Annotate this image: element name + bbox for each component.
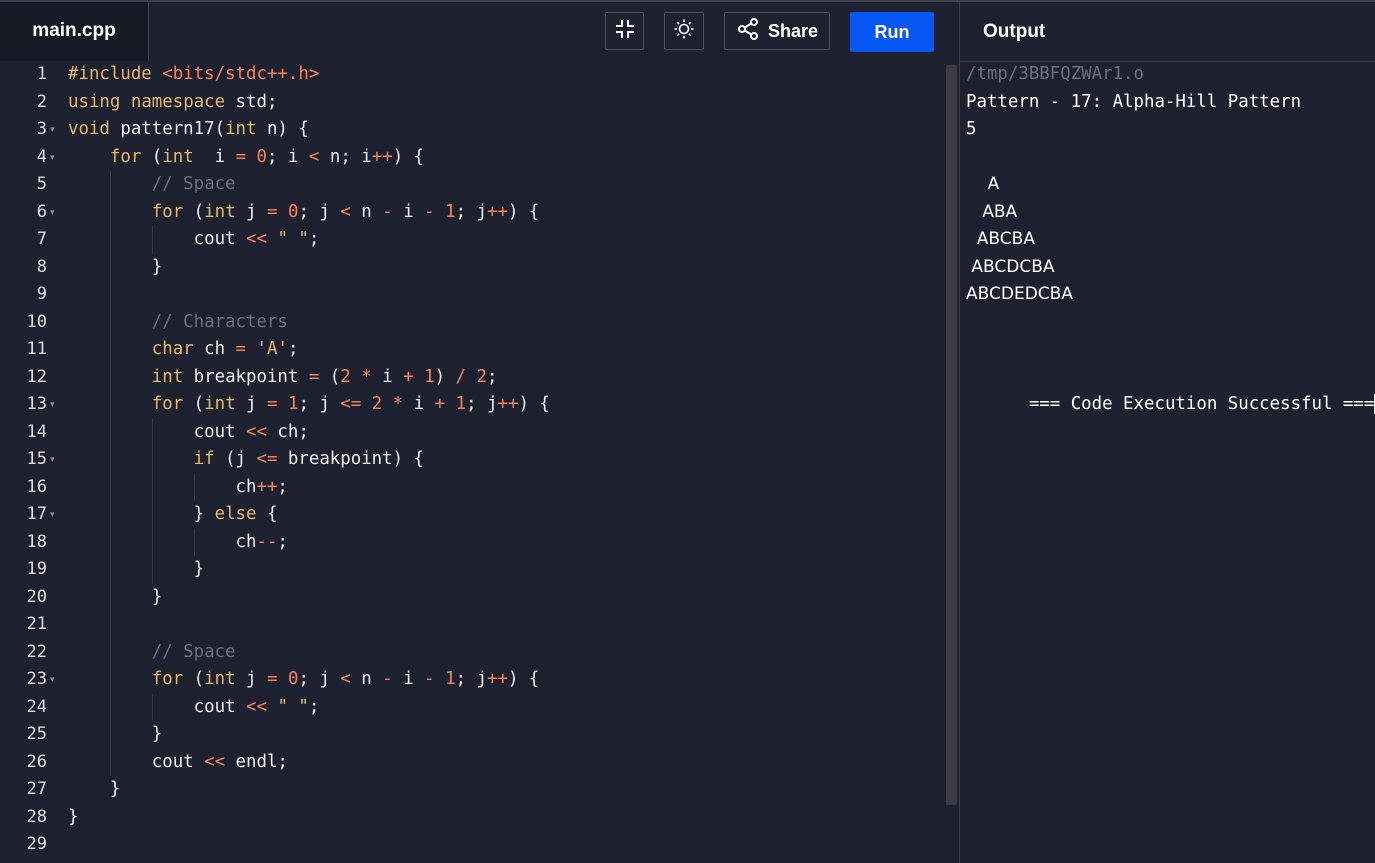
code-line[interactable]: // Characters [68,309,288,337]
code-line[interactable]: using namespace std; [68,89,277,117]
line-number: 22 [26,641,47,662]
output-header: Output [959,2,1375,62]
line-number: 27 [26,779,47,799]
indent-guide [110,611,111,639]
line-number: 28 [26,806,47,827]
code-line[interactable]: for (int i = 0; i < n; i++) { [68,144,424,172]
code-editor[interactable]: 1 2 3 ▾ 4 ▾ 5 6 ▾ 7 8 9 10 11 12 13 ▾ 14 15 ▾ 16 17 ▾ 18 19 20 21 2… [0,61,958,863]
code-line[interactable]: ch--; [68,529,288,557]
line-number: 4 [36,146,47,167]
output-heading: Pattern - 17: Alpha-Hill Pattern [966,91,1302,112]
line-number: 13 [26,394,47,414]
output-input-value: 5 [966,119,977,139]
execution-status-text: === Code Execution Successful === [1028,394,1375,414]
pattern-row: ABCBA [966,229,1035,249]
fold-toggle-icon[interactable]: ▾ [50,144,55,172]
code-line[interactable]: // Space [68,171,236,199]
code-line[interactable]: #include <bits/stdc++.h> [68,61,319,89]
output-title: Output [983,21,1046,42]
share-button[interactable]: Share [724,12,830,50]
pattern-row: ABA [966,201,1018,222]
fold-toggle-icon[interactable]: ▾ [50,199,55,227]
line-number: 5 [36,174,47,194]
code-line[interactable]: } [68,776,120,804]
line-number: 19 [26,559,47,579]
code-line[interactable]: } [68,721,162,749]
code-line[interactable]: ch++; [68,474,288,502]
code-line[interactable]: void pattern17(int n) { [68,116,309,144]
line-number: 14 [26,421,47,442]
fold-toggle-icon[interactable]: ▾ [50,391,55,419]
minimize-icon [614,18,636,45]
line-number: 21 [26,614,47,634]
indent-guide [110,281,111,309]
share-label: Share [767,20,819,41]
pattern-row: ABCDCBA [966,256,1055,277]
minimize-button[interactable] [605,12,644,50]
line-number: 10 [26,311,47,332]
line-number: 29 [26,834,47,854]
code-line[interactable]: cout << ch; [68,419,309,447]
line-number: 20 [26,586,47,607]
compiler-app: main.cpp Share Run Output 1 2 3 ▾ 4 ▾ 5 … [0,0,1375,863]
line-number: 1 [36,64,47,84]
code-line[interactable]: for (int j = 0; j < n - i - 1; j++) { [68,199,540,227]
code-line[interactable]: cout << endl; [68,749,288,777]
line-number: 15 [26,449,47,469]
code-line[interactable]: for (int j = 0; j < n - i - 1; j++) { [68,666,540,694]
share-icon [736,17,760,46]
line-number: 8 [36,256,47,277]
code-line[interactable]: if (j <= breakpoint) { [68,446,424,474]
editor-scrollbar[interactable] [946,65,957,805]
line-number: 12 [26,366,47,387]
fold-toggle-icon[interactable]: ▾ [50,116,55,144]
code-line[interactable]: } else { [68,501,278,529]
line-number: 3 [36,119,47,139]
line-number: 7 [36,229,47,249]
code-line[interactable]: } [68,804,78,832]
line-number: 26 [26,751,47,772]
line-number: 2 [36,91,47,112]
line-number: 23 [26,669,47,689]
top-bar: main.cpp Share Run Output [0,0,1375,62]
theme-toggle-button[interactable] [664,12,704,50]
line-number: 9 [36,284,47,304]
fold-toggle-icon[interactable]: ▾ [50,666,55,694]
code-line[interactable]: char ch = 'A'; [68,336,299,364]
code-line[interactable]: cout << " "; [68,226,320,254]
fold-toggle-icon[interactable]: ▾ [50,501,55,529]
code-line[interactable]: for (int j = 1; j <= 2 * i + 1; j++) { [68,391,550,419]
code-line[interactable]: int breakpoint = (2 * i + 1) / 2; [68,364,498,392]
line-number: 17 [26,504,47,524]
code-line[interactable]: // Space [68,639,236,667]
sun-icon [673,18,695,45]
execution-status: === Code Execution Successful === [966,364,1375,447]
line-number: 18 [26,531,47,552]
run-button[interactable]: Run [850,12,934,52]
editor-header: main.cpp Share Run [0,2,958,62]
pattern-row: A [966,174,1000,194]
line-number: 11 [26,339,47,359]
code-line[interactable]: } [68,556,205,584]
line-number: 25 [26,724,47,744]
code-line[interactable]: cout << " "; [68,694,320,722]
line-number: 24 [26,696,47,717]
output-panel: /tmp/3BBFQZWAr1.o Pattern - 17: Alpha-Hi… [959,61,1375,863]
fold-toggle-icon[interactable]: ▾ [50,446,55,474]
line-number: 6 [36,201,47,222]
code-line[interactable]: } [68,584,162,612]
output-path: /tmp/3BBFQZWAr1.o [966,64,1144,84]
pattern-row: ABCDEDCBA [966,284,1073,304]
line-number: 16 [26,476,47,497]
file-tab-main-cpp[interactable]: main.cpp [0,2,149,62]
code-line[interactable]: } [68,254,162,282]
